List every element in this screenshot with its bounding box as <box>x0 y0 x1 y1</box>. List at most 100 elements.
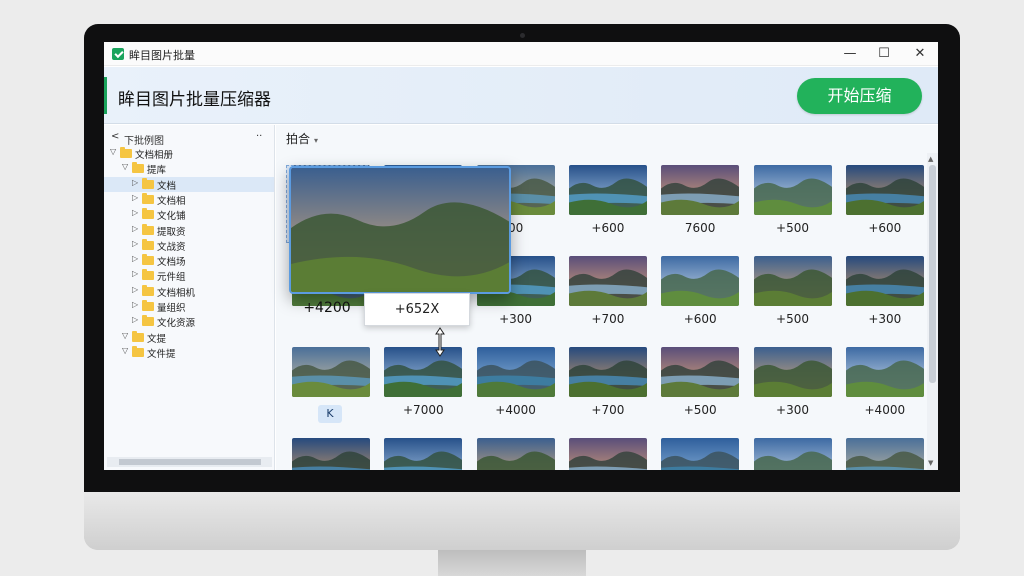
collapse-arrow-icon[interactable]: ▷ <box>132 300 138 309</box>
collapse-arrow-icon[interactable]: ▷ <box>132 315 138 324</box>
thumbnail-image[interactable] <box>568 438 647 470</box>
landscape-photo <box>845 347 924 397</box>
folder-tree-item[interactable]: ▽ 文档相册 <box>104 146 274 161</box>
close-button[interactable]: ✕ <box>909 45 931 63</box>
app-header: 眸目图片批量压缩器 开始压缩 <box>104 67 938 124</box>
sort-dropdown[interactable]: 拍合 ▾ <box>286 130 318 147</box>
thumbnail-image[interactable] <box>845 347 924 397</box>
collapse-arrow-icon[interactable]: ▷ <box>132 178 138 187</box>
folder-icon <box>132 345 144 357</box>
start-compress-button[interactable]: 开始压缩 <box>797 78 922 114</box>
folder-tree-item[interactable]: ▷ 提取资 <box>104 223 274 238</box>
folder-icon <box>142 223 154 235</box>
drag-cursor-icon <box>435 327 445 357</box>
sidebar-scroll-thumb[interactable] <box>119 459 261 465</box>
folder-tree-item[interactable]: ▷ 元件组 <box>104 268 274 283</box>
folder-tree-item[interactable]: ▷ 文化资源 <box>104 314 274 329</box>
collapse-arrow-icon[interactable]: ▷ <box>132 239 138 248</box>
maximize-button[interactable]: ☐ <box>873 45 895 63</box>
expand-arrow-icon[interactable]: ▽ <box>122 162 128 171</box>
thumbnail-image[interactable] <box>661 256 740 306</box>
thumbnail-size-label: +600 <box>683 312 717 326</box>
enlarged-preview-image[interactable] <box>289 166 511 294</box>
camera-icon <box>520 33 525 38</box>
thumbnail-image[interactable] <box>661 165 740 215</box>
expand-arrow-icon[interactable]: ▽ <box>110 147 116 156</box>
folder-label: 文件提 <box>147 348 176 360</box>
minimize-button[interactable]: — <box>839 45 861 63</box>
folder-icon <box>142 284 154 296</box>
folder-label: 文档相册 <box>135 150 174 161</box>
folder-tree-item[interactable]: ▽ 文件提 <box>104 345 274 360</box>
landscape-photo <box>661 165 740 215</box>
folder-tree-item[interactable]: ▷ 文战资 <box>104 238 274 253</box>
folder-tree-item[interactable]: ▷ 文档场 <box>104 253 274 268</box>
back-icon[interactable]: < <box>111 131 119 142</box>
thumbnail-image[interactable] <box>568 165 647 215</box>
thumbnail-size-label: 7600 <box>684 221 716 235</box>
folder-tree-item[interactable]: ▷ 文档相 <box>104 192 274 207</box>
thumbnail-image[interactable] <box>753 438 832 470</box>
folder-tree-item[interactable]: ▷ 量组织 <box>104 299 274 314</box>
landscape-photo <box>753 438 832 470</box>
chevron-down-icon: ▾ <box>314 136 319 145</box>
folder-tree-item[interactable]: ▽ 文提 <box>104 330 274 345</box>
collapse-icon[interactable]: ·· <box>256 131 262 142</box>
folder-icon <box>142 300 154 311</box>
expand-arrow-icon[interactable]: ▽ <box>122 346 128 355</box>
monitor-chin <box>84 492 960 550</box>
sidebar-horizontal-scrollbar[interactable] <box>107 457 272 467</box>
landscape-photo <box>384 347 463 397</box>
collapse-arrow-icon[interactable]: ▷ <box>132 269 138 278</box>
scroll-up-icon[interactable]: ▲ <box>928 155 933 163</box>
thumbnail-image[interactable] <box>476 438 555 470</box>
landscape-photo <box>845 165 924 215</box>
landscape-photo <box>661 256 740 306</box>
thumbnail-image[interactable] <box>845 438 924 470</box>
collapse-arrow-icon[interactable]: ▷ <box>132 254 138 263</box>
thumbnail-image[interactable] <box>384 438 463 470</box>
thumbnail-image[interactable] <box>845 256 924 306</box>
folder-tree-item[interactable]: ▷ 文档 <box>104 176 274 192</box>
folder-tree-item[interactable]: ▷ 文档相机 <box>104 284 274 299</box>
folder-label: 文档场 <box>157 257 186 269</box>
collapse-arrow-icon[interactable]: ▷ <box>132 224 138 233</box>
thumbnail-size-label: +600 <box>591 221 625 235</box>
folder-icon <box>142 177 154 189</box>
thumbnail-image[interactable] <box>476 347 555 397</box>
collapse-arrow-icon[interactable]: ▷ <box>132 208 138 217</box>
landscape-photo <box>568 165 647 215</box>
thumbnail-image[interactable] <box>753 165 832 215</box>
collapse-arrow-icon[interactable]: ▷ <box>132 285 138 294</box>
vertical-scrollbar[interactable]: ▲ ▼ <box>927 153 938 470</box>
app-logo-icon <box>112 48 124 60</box>
thumbnail-image[interactable] <box>292 347 370 397</box>
scroll-thumb[interactable] <box>929 165 936 383</box>
thumbnail-image[interactable] <box>568 347 647 397</box>
landscape-photo <box>384 438 463 470</box>
landscape-photo <box>845 256 924 306</box>
thumbnail-image[interactable] <box>292 438 370 470</box>
folder-label: 量组织 <box>157 303 186 314</box>
window-title: 眸目图片批量 <box>129 49 195 62</box>
thumbnail-image[interactable] <box>661 438 740 470</box>
folder-tree-item[interactable]: ▷ 文化铺 <box>104 207 274 222</box>
landscape-photo <box>661 438 740 470</box>
preview-size-label: +4200 <box>303 300 351 316</box>
thumbnail-image[interactable] <box>384 347 463 397</box>
thumbnail-image[interactable] <box>753 256 832 306</box>
thumbnail-image[interactable] <box>845 165 924 215</box>
expand-arrow-icon[interactable]: ▽ <box>122 331 128 340</box>
landscape-photo <box>476 438 555 470</box>
page-title: 眸目图片批量压缩器 <box>118 90 271 110</box>
folder-label: 文化铺 <box>157 211 186 223</box>
thumbnail-image[interactable] <box>568 256 647 306</box>
folder-tree-item[interactable]: ▽ 提库 <box>104 161 274 176</box>
folder-label: 元件组 <box>157 272 186 284</box>
thumbnail-size-label: +300 <box>776 403 809 417</box>
scroll-down-icon[interactable]: ▼ <box>928 459 933 467</box>
thumbnail-image[interactable] <box>661 347 740 397</box>
thumbnail-image[interactable] <box>753 347 832 397</box>
collapse-arrow-icon[interactable]: ▷ <box>132 193 138 202</box>
landscape-photo <box>292 438 370 470</box>
